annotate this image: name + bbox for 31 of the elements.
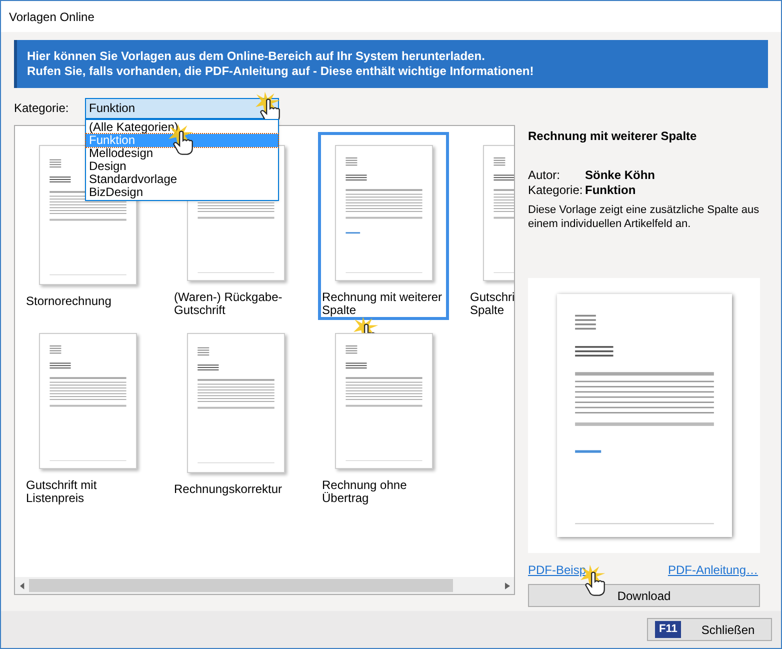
window-title: Vorlagen Online xyxy=(9,8,94,26)
horizontal-scrollbar[interactable] xyxy=(15,577,514,594)
pdf-example-link[interactable]: PDF-Beisp xyxy=(528,561,586,575)
template-description: Diese Vorlage zeigt eine zusätzliche Spalte aus einem individuellen Artikelfeld an. xyxy=(528,203,760,231)
banner-text: Hier können Sie Vorlagen aus dem Online-Bereich auf Ihr System herunterladen. xyxy=(27,49,486,64)
pdf-manual-link[interactable]: PDF-Anleitung… xyxy=(668,561,758,575)
template-name: Rechnung mit weiterer Spalte xyxy=(321,291,444,317)
close-button[interactable]: F11 Schließen xyxy=(647,618,772,641)
category-value: Funktion xyxy=(585,182,636,198)
download-button[interactable]: Download xyxy=(528,584,760,607)
banner-text: Rufen Sie, falls vorhanden, die PDF-Anleitung auf - Diese enthält wichtige Informationen! xyxy=(27,64,535,79)
category-label: Kategorie: xyxy=(528,182,584,198)
author-label: Autor: xyxy=(528,167,562,184)
scrollbar-thumb[interactable] xyxy=(29,579,453,592)
template-title: Rechnung mit weiterer Spalte xyxy=(528,128,698,145)
dropdown-option[interactable]: (Alle Kategorien) xyxy=(86,120,278,134)
template-name: (Waren-) Rückgabe-Gutschrift xyxy=(173,291,284,317)
template-name: Rechnung ohne Übertrag xyxy=(321,479,408,505)
dropdown-option[interactable]: Mellodesign xyxy=(86,146,278,160)
close-label: Schließen xyxy=(701,622,755,638)
author-name: Sönke Köhn xyxy=(585,167,656,184)
category-dropdown[interactable]: Funktion xyxy=(85,98,279,118)
template-name: Rechnungskorrektur xyxy=(173,483,284,496)
template-name: Stornorechnung xyxy=(25,295,112,308)
template-name: Gutschri Spalte xyxy=(469,291,514,317)
template-name: Gutschrift mit Listenpreis xyxy=(25,479,98,505)
category-label: Kategorie: xyxy=(14,100,70,117)
dropdown-option[interactable]: BizDesign xyxy=(86,186,278,198)
dropdown-option[interactable]: Standardvorlage xyxy=(86,172,278,186)
dropdown-option[interactable]: Design xyxy=(86,160,278,172)
shortcut-key: F11 xyxy=(655,621,682,638)
